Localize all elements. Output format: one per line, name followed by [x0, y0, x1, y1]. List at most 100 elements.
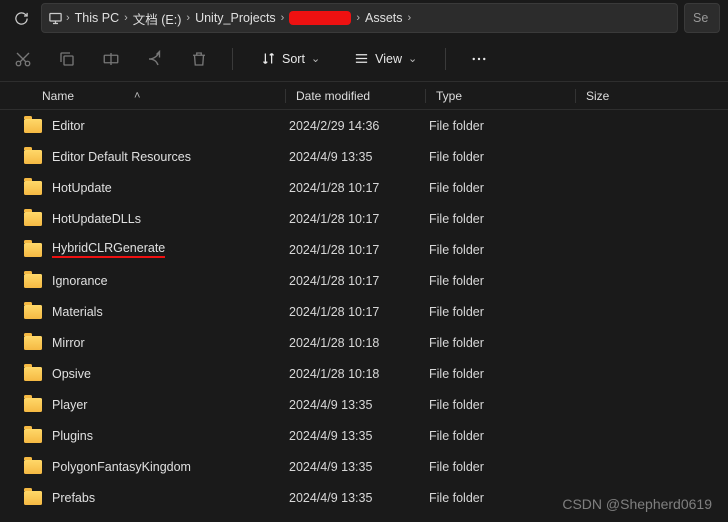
view-button[interactable]: View ⌄ — [348, 47, 423, 70]
file-type: File folder — [429, 336, 579, 350]
file-date: 2024/1/28 10:18 — [289, 367, 429, 381]
column-date[interactable]: Date modified — [285, 89, 425, 103]
breadcrumb[interactable]: › This PC › 文档 (E:) › Unity_Projects › ›… — [41, 3, 678, 33]
file-type: File folder — [429, 367, 579, 381]
chevron-right-icon: › — [186, 12, 190, 24]
file-type: File folder — [429, 243, 579, 257]
search-input[interactable]: Se — [684, 3, 720, 33]
file-name: PolygonFantasyKingdom — [52, 460, 191, 474]
folder-icon — [24, 181, 42, 195]
folder-icon — [24, 429, 42, 443]
table-row[interactable]: HotUpdate2024/1/28 10:17File folder — [0, 172, 728, 203]
file-name: Player — [52, 398, 87, 412]
address-bar: › This PC › 文档 (E:) › Unity_Projects › ›… — [0, 0, 728, 36]
sort-icon — [261, 51, 276, 66]
chevron-right-icon: › — [66, 12, 70, 24]
folder-icon — [24, 305, 42, 319]
file-name: Opsive — [52, 367, 91, 381]
folder-icon — [24, 491, 42, 505]
file-date: 2024/4/9 13:35 — [289, 460, 429, 474]
cut-icon[interactable] — [12, 48, 34, 70]
breadcrumb-item[interactable]: Assets — [363, 9, 405, 27]
file-type: File folder — [429, 429, 579, 443]
sort-button[interactable]: Sort ⌄ — [255, 47, 326, 70]
file-name: Prefabs — [52, 491, 95, 505]
file-date: 2024/1/28 10:17 — [289, 212, 429, 226]
file-name: HotUpdateDLLs — [52, 212, 141, 226]
column-type[interactable]: Type — [425, 89, 575, 103]
table-row[interactable]: PolygonFantasyKingdom 2024/4/9 13:35File … — [0, 451, 728, 482]
column-headers: Name ˄ Date modified Type Size — [0, 82, 728, 110]
more-icon[interactable] — [468, 48, 490, 70]
toolbar: Sort ⌄ View ⌄ — [0, 36, 728, 82]
file-date: 2024/1/28 10:18 — [289, 336, 429, 350]
file-type: File folder — [429, 212, 579, 226]
table-row[interactable]: HybridCLRGenerate 2024/1/28 10:17File fol… — [0, 234, 728, 265]
file-type: File folder — [429, 305, 579, 319]
folder-icon — [24, 336, 42, 350]
file-date: 2024/1/28 10:17 — [289, 274, 429, 288]
chevron-right-icon: › — [124, 12, 128, 24]
table-row[interactable]: Plugins 2024/4/9 13:35File folder — [0, 420, 728, 451]
table-row[interactable]: Prefabs 2024/4/9 13:35File folder — [0, 482, 728, 513]
view-icon — [354, 51, 369, 66]
folder-icon — [24, 460, 42, 474]
file-type: File folder — [429, 119, 579, 133]
folder-icon — [24, 367, 42, 381]
rename-icon[interactable] — [100, 48, 122, 70]
refresh-button[interactable] — [8, 7, 35, 30]
file-name: Ignorance — [52, 274, 108, 288]
column-size[interactable]: Size — [575, 89, 655, 103]
file-name: HybridCLRGenerate — [52, 241, 165, 258]
table-row[interactable]: Materials2024/1/28 10:17File folder — [0, 296, 728, 327]
folder-icon — [24, 243, 42, 257]
column-name[interactable]: Name ˄ — [0, 89, 285, 103]
table-row[interactable]: Opsive 2024/1/28 10:18File folder — [0, 358, 728, 389]
file-name: Plugins — [52, 429, 93, 443]
folder-icon — [24, 150, 42, 164]
chevron-down-icon: ⌄ — [408, 52, 417, 65]
chevron-down-icon: ⌄ — [311, 52, 320, 65]
file-type: File folder — [429, 491, 579, 505]
file-type: File folder — [429, 398, 579, 412]
table-row[interactable]: Mirror 2024/1/28 10:18File folder — [0, 327, 728, 358]
sort-label: Sort — [282, 52, 305, 66]
folder-icon — [24, 119, 42, 133]
file-name: Editor — [52, 119, 85, 133]
chevron-right-icon: › — [408, 12, 412, 24]
file-date: 2024/4/9 13:35 — [289, 491, 429, 505]
table-row[interactable]: Ignorance2024/1/28 10:17File folder — [0, 265, 728, 296]
file-date: 2024/4/9 13:35 — [289, 429, 429, 443]
file-date: 2024/1/28 10:17 — [289, 305, 429, 319]
file-date: 2024/1/28 10:17 — [289, 243, 429, 257]
table-row[interactable]: HotUpdateDLLs 2024/1/28 10:17File folder — [0, 203, 728, 234]
file-type: File folder — [429, 460, 579, 474]
file-name: Mirror — [52, 336, 85, 350]
folder-icon — [24, 398, 42, 412]
chevron-right-icon: › — [281, 12, 285, 24]
table-row[interactable]: Editor 2024/2/29 14:36File folder — [0, 110, 728, 141]
toolbar-divider — [232, 48, 233, 70]
toolbar-divider — [445, 48, 446, 70]
file-date: 2024/4/9 13:35 — [289, 150, 429, 164]
share-icon[interactable] — [144, 48, 166, 70]
view-label: View — [375, 52, 402, 66]
breadcrumb-item[interactable]: 文档 (E:) — [131, 7, 184, 30]
breadcrumb-item-redacted[interactable] — [287, 9, 353, 27]
breadcrumb-item[interactable]: Unity_Projects — [193, 9, 278, 27]
file-date: 2024/4/9 13:35 — [289, 398, 429, 412]
monitor-icon — [48, 11, 63, 26]
folder-icon — [24, 212, 42, 226]
file-date: 2024/2/29 14:36 — [289, 119, 429, 133]
sort-indicator-icon: ˄ — [134, 90, 140, 102]
chevron-right-icon: › — [356, 12, 360, 24]
table-row[interactable]: Editor Default Resources2024/4/9 13:35Fi… — [0, 141, 728, 172]
breadcrumb-item[interactable]: This PC — [73, 9, 121, 27]
file-name: Editor Default Resources — [52, 150, 191, 164]
folder-icon — [24, 274, 42, 288]
file-type: File folder — [429, 181, 579, 195]
file-date: 2024/1/28 10:17 — [289, 181, 429, 195]
copy-icon[interactable] — [56, 48, 78, 70]
table-row[interactable]: Player 2024/4/9 13:35File folder — [0, 389, 728, 420]
delete-icon[interactable] — [188, 48, 210, 70]
